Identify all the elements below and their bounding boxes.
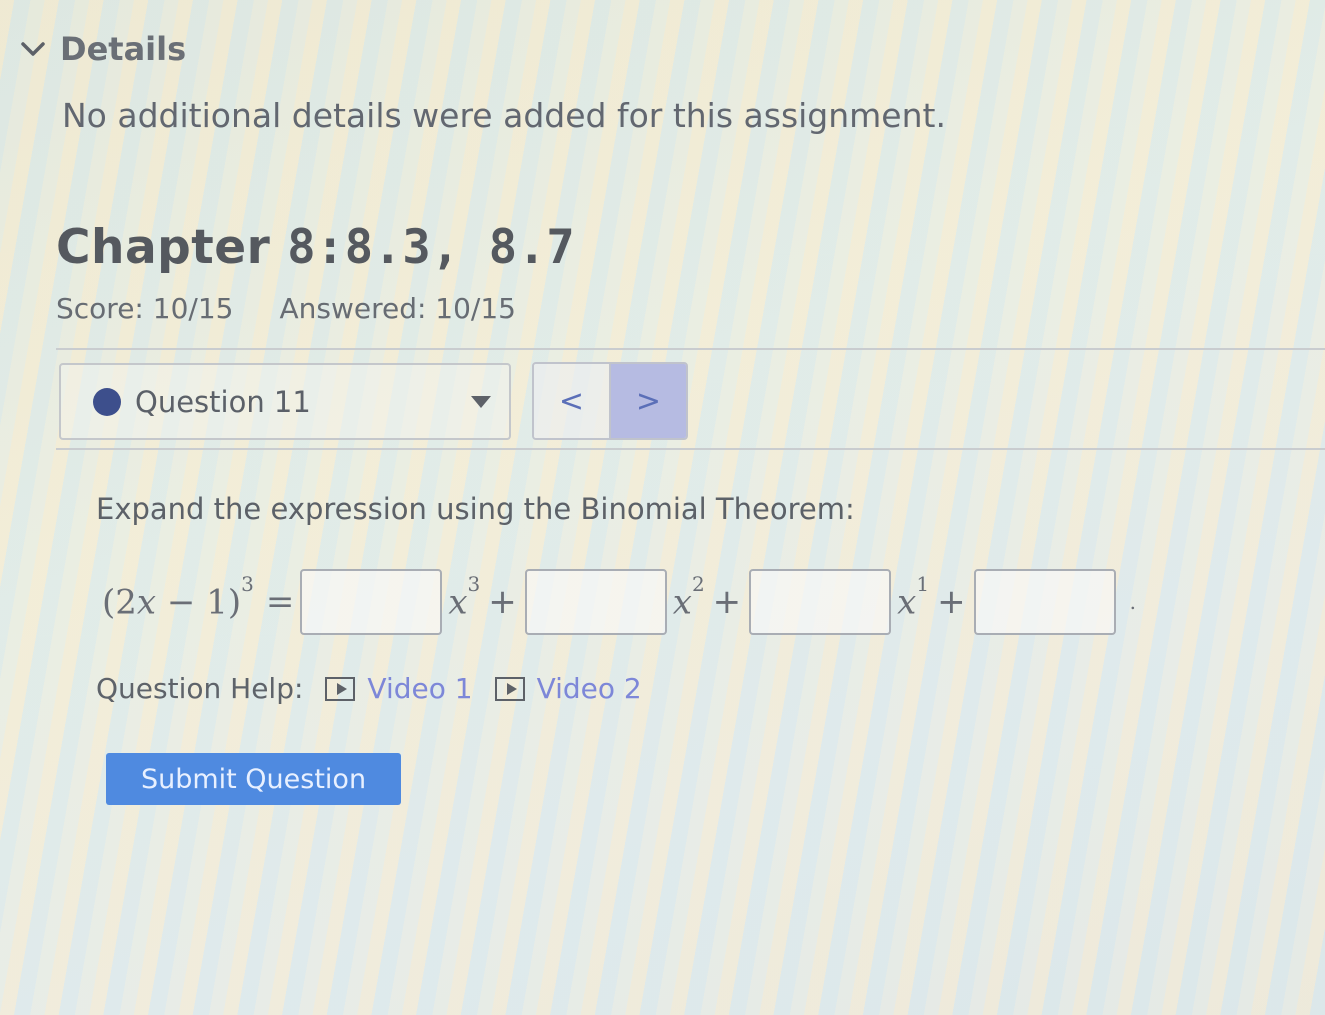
video-play-icon (325, 676, 356, 701)
question-status-dot (93, 387, 121, 416)
answer-input-constant[interactable] (973, 569, 1116, 635)
chevron-down-icon (21, 42, 45, 56)
score-row: Score: 10/15 Answered: 10/15 (56, 292, 516, 325)
term-x2: x2 (672, 571, 705, 623)
question-help: Question Help: Video 1 Video 2 (96, 672, 642, 705)
assignment-title-sections: 8:8.3, 8.7 (287, 220, 576, 275)
video-2-label: Video 2 (536, 672, 642, 705)
assignment-title: Chapter 8:8.3, 8.7 (56, 220, 575, 275)
answered-text: Answered: 10/15 (279, 292, 516, 325)
answer-input-x1-coefficient[interactable] (749, 569, 892, 635)
question-help-label: Question Help: (96, 672, 304, 705)
previous-question-button[interactable]: < (534, 364, 611, 438)
details-toggle[interactable]: Details (18, 30, 186, 68)
equals-sign: = (265, 582, 295, 622)
divider-bottom (56, 448, 1325, 450)
submit-question-button[interactable]: Submit Question (106, 753, 401, 805)
caret-down-icon (471, 395, 491, 408)
plus-sign: + (488, 582, 517, 622)
plus-sign: + (937, 582, 966, 622)
question-prompt: Expand the expression using the Binomial… (96, 492, 855, 526)
plus-sign: + (712, 582, 742, 622)
video-2-link[interactable]: Video 2 (494, 672, 642, 705)
next-question-button[interactable]: > (611, 364, 686, 438)
equation-period: . (1129, 590, 1136, 614)
question-nav-group: < > (532, 362, 688, 440)
divider-top (56, 348, 1325, 350)
term-x1: x1 (897, 571, 930, 623)
answer-input-x3-coefficient[interactable] (300, 569, 443, 635)
score-text: Score: 10/15 (56, 292, 234, 325)
question-select-label: Question 11 (135, 384, 311, 419)
answer-input-x2-coefficient[interactable] (524, 569, 667, 635)
video-play-icon (494, 676, 525, 701)
details-text: No additional details were added for thi… (62, 96, 946, 135)
chevron-left-icon: < (558, 383, 585, 419)
question-select[interactable]: Question 11 (59, 363, 511, 440)
equation: (2x − 1)3 = x3 + x2 + x1 + . (96, 562, 1136, 642)
term-x3: x3 (448, 571, 481, 623)
equation-lhs: (2x − 1)3 (102, 571, 254, 623)
details-label: Details (60, 30, 187, 68)
chevron-right-icon: > (635, 383, 662, 419)
assignment-title-word: Chapter (56, 220, 271, 275)
video-1-label: Video 1 (367, 672, 473, 705)
video-1-link[interactable]: Video 1 (325, 672, 473, 705)
